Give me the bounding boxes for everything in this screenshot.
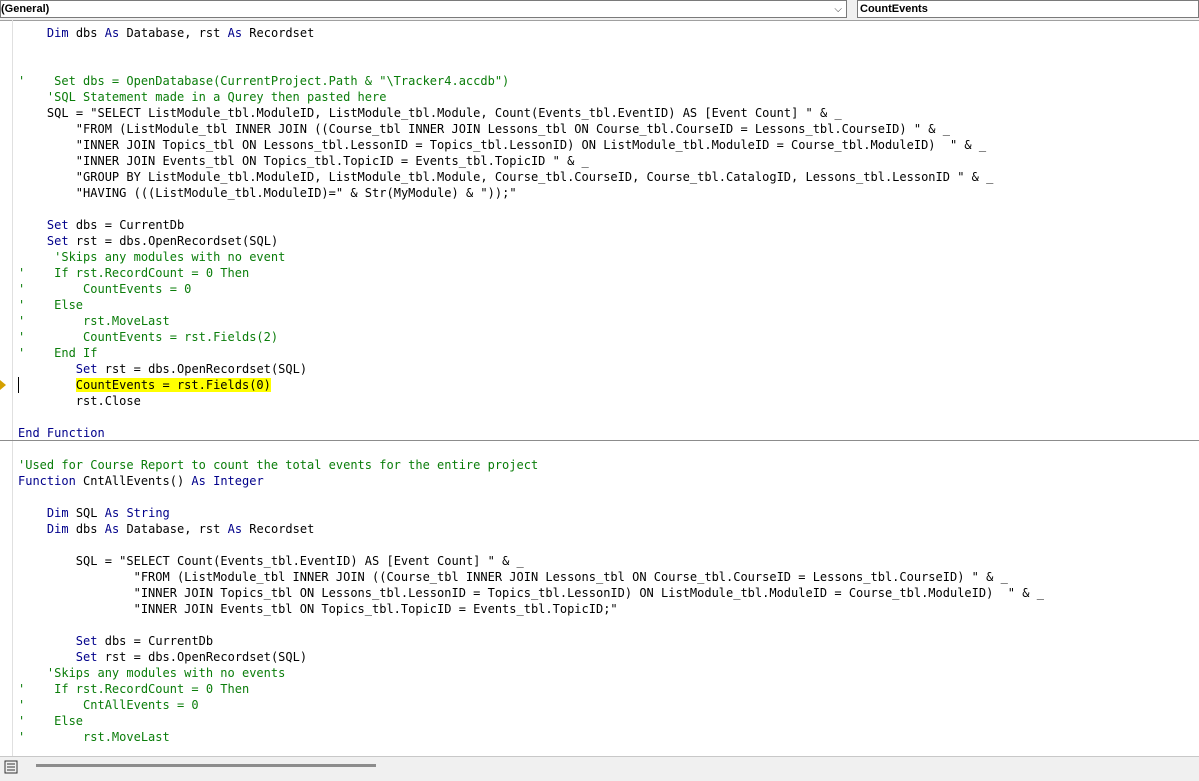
code-line[interactable]: Set rst = dbs.OpenRecordset(SQL) bbox=[18, 361, 307, 377]
code-line[interactable]: Set rst = dbs.OpenRecordset(SQL) bbox=[18, 649, 307, 665]
code-line[interactable]: Set dbs = CurrentDb bbox=[18, 633, 213, 649]
code-line[interactable]: Dim dbs As Database, rst As Recordset bbox=[18, 25, 314, 41]
code-line[interactable]: 'SQL Statement made in a Qurey then past… bbox=[18, 89, 387, 105]
code-line[interactable]: CntAllEvents = 0 bbox=[18, 697, 199, 713]
horizontal-scrollbar[interactable] bbox=[36, 764, 376, 767]
code-line[interactable]: "HAVING (((ListModule_tbl.ModuleID)=" & … bbox=[18, 185, 517, 201]
code-line[interactable]: Function CntAllEvents() As Integer bbox=[18, 473, 264, 489]
code-line[interactable]: "INNER JOIN Events_tbl ON Topics_tbl.Top… bbox=[18, 153, 589, 169]
full-module-view-icon[interactable] bbox=[4, 760, 18, 774]
code-window-toolbar: (General) ⌵ CountEvents bbox=[0, 0, 1199, 21]
editor-bottom-bar bbox=[0, 756, 1199, 781]
procedure-combo[interactable]: CountEvents bbox=[857, 0, 1199, 18]
code-line[interactable]: 'Skips any modules with no event bbox=[18, 249, 285, 265]
text-cursor bbox=[18, 377, 19, 393]
code-line[interactable]: SQL = "SELECT ListModule_tbl.ModuleID, L… bbox=[18, 105, 842, 121]
code-editor[interactable]: Dim dbs As Database, rst As Recordset ' S… bbox=[0, 20, 1199, 756]
code-line[interactable]: "GROUP BY ListModule_tbl.ModuleID, ListM… bbox=[18, 169, 994, 185]
code-line[interactable]: End Function bbox=[18, 425, 105, 441]
procedure-separator bbox=[0, 440, 1199, 441]
code-line[interactable]: 'Used for Course Report to count the tot… bbox=[18, 457, 538, 473]
code-line[interactable]: "INNER JOIN Topics_tbl ON Lessons_tbl.Le… bbox=[18, 585, 1044, 601]
code-line[interactable]: CountEvents = rst.Fields(0) bbox=[18, 377, 271, 393]
object-combo[interactable]: (General) ⌵ bbox=[0, 0, 847, 18]
code-line[interactable]: If rst.RecordCount = 0 Then bbox=[18, 681, 249, 697]
code-line[interactable]: CountEvents = rst.Fields(2) bbox=[18, 329, 278, 345]
code-line[interactable]: rst.MoveLast bbox=[18, 729, 170, 745]
code-line[interactable]: "INNER JOIN Topics_tbl ON Lessons_tbl.Le… bbox=[18, 137, 986, 153]
code-line[interactable]: "INNER JOIN Events_tbl ON Topics_tbl.Top… bbox=[18, 601, 618, 617]
code-line[interactable]: rst.MoveLast bbox=[18, 313, 170, 329]
code-line[interactable]: "FROM (ListModule_tbl INNER JOIN ((Cours… bbox=[18, 569, 1008, 585]
code-line[interactable]: "FROM (ListModule_tbl INNER JOIN ((Cours… bbox=[18, 121, 950, 137]
code-line[interactable]: rst.Close bbox=[18, 393, 141, 409]
code-line[interactable]: Set dbs = CurrentDb bbox=[18, 217, 184, 233]
code-line[interactable]: Else bbox=[18, 713, 83, 729]
chevron-down-icon[interactable]: ⌵ bbox=[834, 2, 842, 18]
execution-highlight: CountEvents = rst.Fields(0) bbox=[75, 378, 271, 392]
procedure-combo-value: CountEvents bbox=[860, 3, 928, 15]
code-line[interactable]: Dim dbs As Database, rst As Recordset bbox=[18, 521, 314, 537]
code-line[interactable]: CountEvents = 0 bbox=[18, 281, 191, 297]
code-line[interactable]: Dim SQL As String bbox=[18, 505, 170, 521]
code-line[interactable]: Set dbs = OpenDatabase(CurrentProject.Pa… bbox=[18, 73, 509, 89]
code-line[interactable]: Set rst = dbs.OpenRecordset(SQL) bbox=[18, 233, 278, 249]
execution-point-arrow-icon bbox=[0, 380, 6, 390]
code-line[interactable]: SQL = "SELECT Count(Events_tbl.EventID) … bbox=[18, 553, 524, 569]
object-combo-value: (General) bbox=[1, 3, 50, 15]
code-line[interactable]: 'Skips any modules with no events bbox=[18, 665, 285, 681]
code-line[interactable]: End If bbox=[18, 345, 97, 361]
code-line[interactable]: If rst.RecordCount = 0 Then bbox=[18, 265, 249, 281]
code-line[interactable]: Else bbox=[18, 297, 83, 313]
